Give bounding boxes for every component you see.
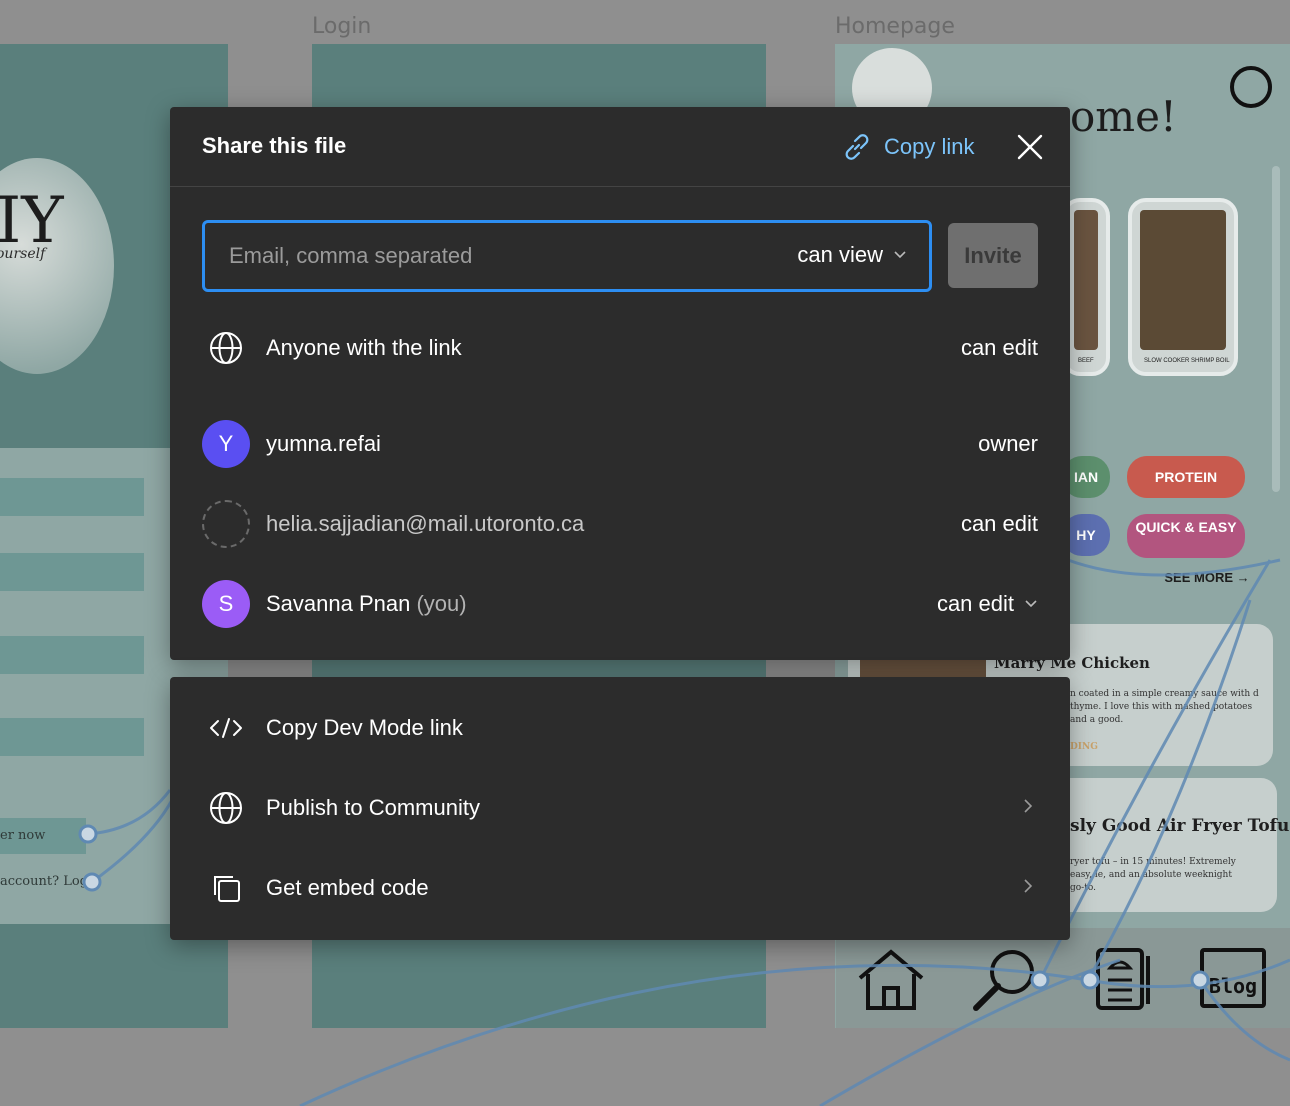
avatar: Y <box>202 420 250 468</box>
get-embed-code-label: Get embed code <box>266 875 429 900</box>
embed-icon <box>214 876 240 902</box>
copy-link-button[interactable]: Copy link <box>842 129 974 165</box>
chevron-down-icon <box>1025 600 1037 608</box>
person-avatar-wrap <box>202 500 250 548</box>
person-name: helia.sajjadian@mail.utoronto.ca <box>266 511 585 536</box>
link-access-label: Anyone with the link <box>266 335 462 360</box>
person-row: helia.sajjadian@mail.utoronto.ca can edi… <box>202 499 1038 549</box>
globe-icon <box>210 332 242 364</box>
invite-button[interactable]: Invite <box>948 223 1038 288</box>
publish-icon-wrap <box>202 784 250 832</box>
avatar-placeholder <box>202 500 250 548</box>
person-avatar-wrap: Y <box>202 420 250 468</box>
share-dialog: Share this file Copy link can view Invit… <box>170 107 1070 660</box>
email-input[interactable] <box>229 239 749 273</box>
person-name: Savanna Pnan <box>266 591 411 616</box>
person-name: yumna.refai <box>266 431 381 456</box>
invite-permission-dropdown[interactable]: can view <box>797 242 907 268</box>
person-permission-label: can edit <box>960 511 1038 536</box>
person-row: S Savanna Pnan (you) can edit <box>202 579 1038 629</box>
embed-icon-wrap <box>202 864 250 912</box>
close-icon[interactable] <box>1016 133 1044 161</box>
person-permission-label: can edit <box>936 591 1014 616</box>
copy-dev-mode-link-item[interactable]: Copy Dev Mode link <box>202 703 1038 753</box>
invite-permission-label: can view <box>797 242 883 267</box>
person-name-wrap: Savanna Pnan (you) <box>266 591 937 617</box>
person-permission: owner <box>978 431 1038 457</box>
copy-dev-mode-label: Copy Dev Mode link <box>266 715 463 740</box>
chevron-right-icon <box>1018 798 1038 819</box>
link-icon <box>845 134 869 160</box>
code-icon <box>210 718 242 738</box>
share-dialog-header: Share this file Copy link <box>170 107 1070 187</box>
share-options-panel: Copy Dev Mode link Publish to Community <box>170 677 1070 940</box>
invite-field-container: can view <box>202 220 932 292</box>
avatar: S <box>202 580 250 628</box>
publish-to-community-item[interactable]: Publish to Community <box>202 783 1038 833</box>
get-embed-code-item[interactable]: Get embed code <box>202 863 1038 913</box>
link-access-permission[interactable]: can edit <box>961 335 1038 361</box>
person-permission-label: owner <box>978 431 1038 456</box>
chevron-right-icon <box>1018 878 1038 899</box>
copy-dev-mode-icon-wrap <box>202 704 250 752</box>
copy-link-label: Copy link <box>884 134 975 159</box>
globe-icon <box>210 792 242 824</box>
link-access-row[interactable]: Anyone with the link can edit <box>202 323 1038 373</box>
person-you-suffix: (you) <box>416 591 467 616</box>
person-permission-dropdown[interactable]: can edit <box>937 591 1038 617</box>
link-access-permission-label: can edit <box>960 335 1038 360</box>
person-row: Y yumna.refai owner <box>202 419 1038 469</box>
person-permission[interactable]: can edit <box>961 511 1038 537</box>
chevron-down-icon <box>894 251 906 259</box>
person-avatar-wrap: S <box>202 580 250 628</box>
publish-to-community-label: Publish to Community <box>266 795 480 820</box>
share-dialog-title: Share this file <box>202 133 347 158</box>
link-access-icon-wrap <box>202 324 250 372</box>
